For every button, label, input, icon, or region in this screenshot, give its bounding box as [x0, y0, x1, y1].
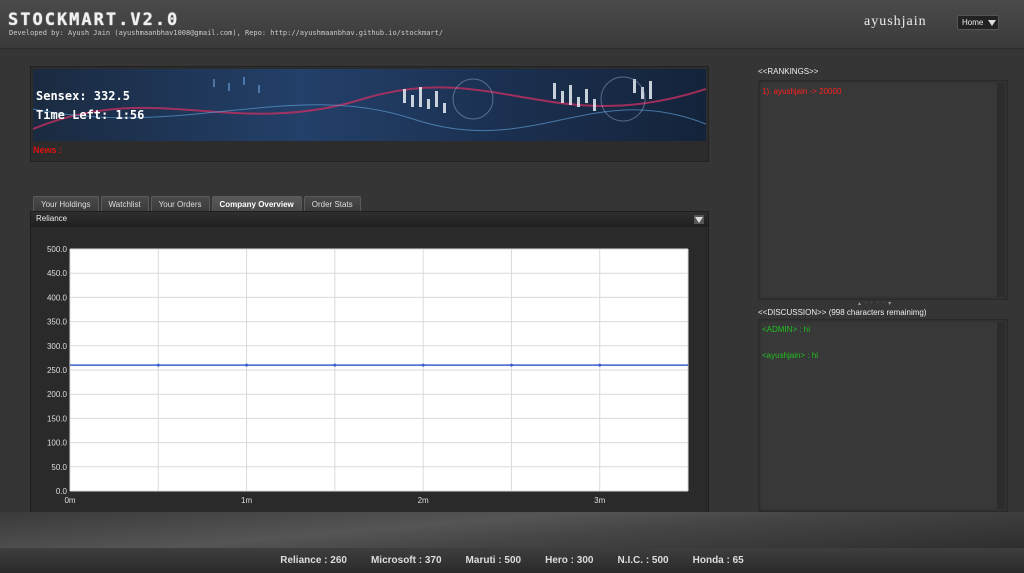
- ticker-item-hero: Hero : 300: [545, 555, 594, 566]
- data-point: [598, 363, 602, 367]
- ticker-item-reliance: Reliance : 260: [280, 555, 347, 566]
- data-point: [245, 363, 249, 367]
- x-tick-label: 0m: [64, 496, 75, 505]
- stock-selector[interactable]: Reliance: [31, 212, 708, 227]
- chevron-down-icon: [988, 19, 997, 26]
- y-tick-label: 500.0: [47, 245, 68, 254]
- tab-watchlist[interactable]: Watchlist: [100, 196, 149, 211]
- tab-company-overview[interactable]: Company Overview: [211, 196, 302, 211]
- ranking-item: 1). ayushjain -> 20000: [762, 87, 842, 96]
- y-tick-label: 300.0: [47, 342, 68, 351]
- sensex-value: Sensex: 332.5: [36, 89, 130, 103]
- ticker-item-honda: Honda : 65: [692, 555, 744, 566]
- discussion-title: <<DISCUSSION>> (998 characters remainimg…: [758, 308, 927, 317]
- y-tick-label: 50.0: [51, 463, 67, 472]
- data-point: [156, 363, 160, 367]
- background-decoration: [0, 512, 1024, 548]
- company-overview-panel: Reliance 0.0 50.0 100.0 150.0 200.0 250.0 300.…: [30, 211, 709, 530]
- tab-your-holdings[interactable]: Your Holdings: [33, 196, 99, 211]
- rankings-list: 1). ayushjain -> 20000: [758, 80, 1008, 300]
- y-tick-label: 250.0: [47, 366, 68, 375]
- x-tick-label: 3m: [594, 496, 605, 505]
- ticker-item-nic: N.I.C. : 500: [617, 555, 669, 566]
- time-left-value: Time Left: 1:56: [36, 108, 145, 122]
- y-tick-label: 450.0: [47, 269, 68, 278]
- top-header: STOCKMART.V2.0 Developed by: Ayush Jain …: [0, 0, 1024, 49]
- resize-grip-icon[interactable]: ▴ · · · · ▾: [858, 300, 892, 307]
- home-button[interactable]: Home: [957, 15, 999, 30]
- chat-message: <ayushjain> : hi: [762, 351, 819, 360]
- stock-banner-image: Sensex: 332.5 Time Left: 1:56: [33, 69, 706, 141]
- news-label: News :: [33, 145, 63, 155]
- data-point: [333, 363, 337, 367]
- rankings-scrollbar[interactable]: [997, 83, 1005, 297]
- ticker-item-maruti: Maruti : 500: [465, 555, 522, 566]
- chat-message: <ADMIN> : hi: [762, 325, 811, 334]
- y-tick-label: 200.0: [47, 390, 68, 399]
- app-logo: STOCKMART.V2.0: [8, 10, 180, 30]
- chevron-down-icon: [695, 216, 703, 223]
- y-tick-label: 350.0: [47, 318, 68, 327]
- tab-order-stats[interactable]: Order Stats: [303, 196, 361, 211]
- y-tick-label: 100.0: [47, 439, 68, 448]
- y-tick-label: 150.0: [47, 414, 68, 423]
- data-point: [421, 363, 425, 367]
- username-label: ayushjain: [864, 14, 927, 29]
- discussion-scrollbar[interactable]: [997, 322, 1005, 509]
- y-tick-label: 400.0: [47, 293, 68, 302]
- home-button-label: Home: [962, 18, 984, 27]
- rankings-title: <<RANKINGS>>: [758, 67, 819, 76]
- stock-ticker-bar: Reliance : 260 Microsoft : 370 Maruti : …: [0, 548, 1024, 573]
- ticker-item-microsoft: Microsoft : 370: [370, 555, 442, 566]
- tab-bar: Your Holdings Watchlist Your Orders Comp…: [33, 196, 363, 211]
- app-credit: Developed by: Ayush Jain (ayushmaanbhav1…: [9, 29, 444, 37]
- discussion-messages: <ADMIN> : hi <ayushjain> : hi: [758, 319, 1008, 512]
- price-chart: 0.0 50.0 100.0 150.0 200.0 250.0 300.0 350.0 400…: [47, 245, 689, 505]
- x-tick-label: 1m: [241, 496, 252, 505]
- x-tick-label: 2m: [418, 496, 429, 505]
- tab-your-orders[interactable]: Your Orders: [150, 196, 210, 211]
- stock-dropdown-button[interactable]: [694, 215, 704, 224]
- selected-stock-label: Reliance: [36, 214, 68, 223]
- data-point: [509, 363, 513, 367]
- y-tick-label: 0.0: [56, 487, 68, 496]
- market-banner: Sensex: 332.5 Time Left: 1:56 News :: [30, 66, 709, 162]
